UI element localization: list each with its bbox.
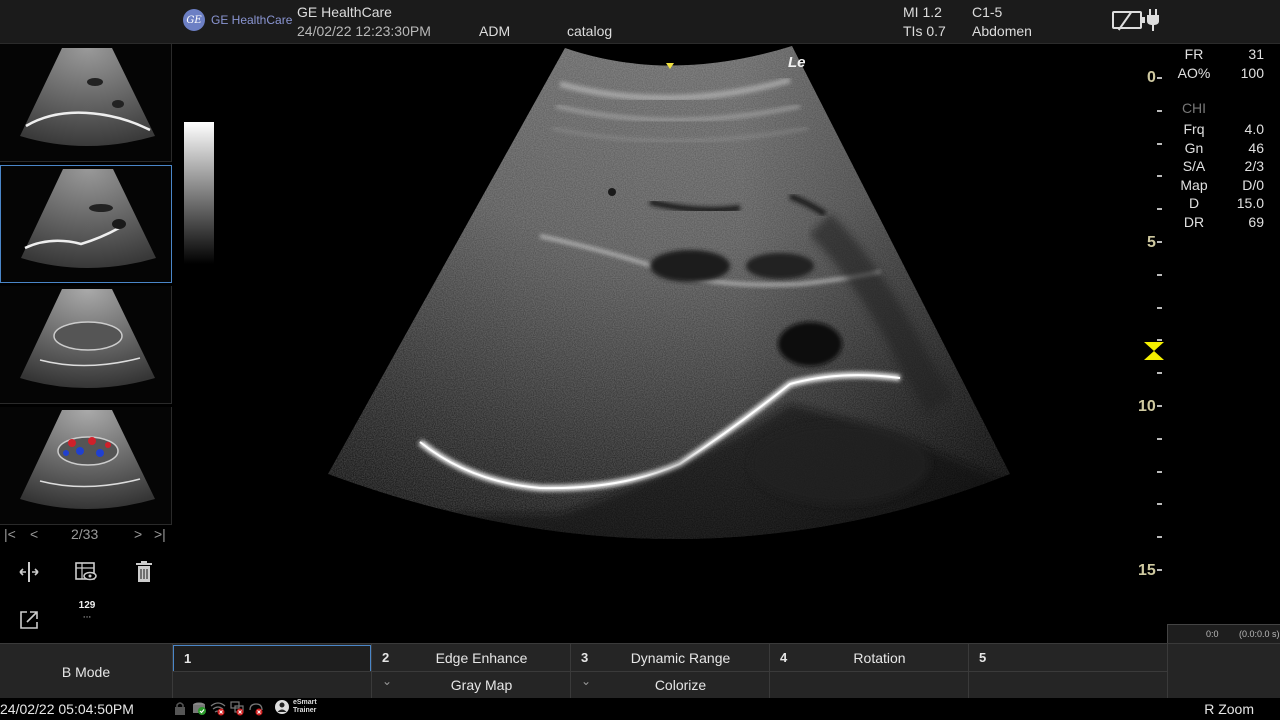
- cine-frame: 0:0: [1206, 629, 1219, 639]
- image-counter[interactable]: 129: [70, 600, 104, 611]
- imaging-mode-label: CHI: [1181, 100, 1207, 116]
- thermal-index: TIs 0.7: [903, 23, 946, 39]
- esmart-label: eSmart: [293, 699, 317, 706]
- depth-tick: [1157, 372, 1162, 375]
- param-gain: Gn 46: [1184, 140, 1264, 156]
- network-off-icon: [230, 701, 244, 716]
- depth-tick: [1157, 241, 1162, 243]
- exam-datetime: 24/02/22 12:23:30PM: [297, 23, 431, 39]
- thumbnail-image: [20, 410, 155, 509]
- edge-enhance-button[interactable]: 2 Edge Enhance: [372, 645, 569, 672]
- split-view-icon[interactable]: [15, 558, 43, 586]
- focal-zone-marker-icon[interactable]: [1143, 341, 1165, 361]
- r-zoom-label[interactable]: R Zoom: [1204, 701, 1254, 717]
- depth-tick: [1157, 503, 1162, 506]
- thumbnail-panel: [0, 44, 173, 525]
- thumbnail-image: [21, 169, 156, 268]
- battery-icon: [1112, 11, 1145, 31]
- depth-tick: [1157, 175, 1162, 178]
- menu-slot-1[interactable]: 1: [173, 645, 371, 672]
- depth-tick: [1157, 470, 1162, 473]
- menu-row-divider: [173, 671, 1167, 672]
- institution-name: GE HealthCare: [297, 4, 392, 20]
- cine-bar[interactable]: 0:0 (0.0:0.0 s): [1167, 624, 1280, 643]
- system-datetime: 24/02/22 05:04:50PM: [0, 701, 134, 717]
- param-frq: Frq 4.0: [1183, 121, 1265, 137]
- dynamic-range-button[interactable]: 3 Dynamic Range: [571, 645, 768, 672]
- rotation-button[interactable]: 4 Rotation: [770, 645, 967, 672]
- cine-time: (0.0:0.0 s): [1239, 629, 1280, 639]
- param-fr: FR 31: [1184, 46, 1264, 62]
- ge-monogram-icon: GE: [183, 9, 205, 31]
- chevron-down-icon: ⌄: [382, 674, 393, 688]
- thumbnail-image: [20, 48, 155, 146]
- param-depth: D 15.0: [1188, 195, 1264, 211]
- orientation-marker-icon: [666, 63, 674, 69]
- trainer-label: Trainer: [293, 707, 317, 714]
- depth-tick: [1157, 437, 1162, 440]
- grayscale-bar: [184, 122, 214, 264]
- mode-button[interactable]: B Mode: [0, 644, 173, 699]
- trainer-icon: [275, 700, 289, 714]
- pager-last-button[interactable]: >|: [154, 526, 166, 542]
- pager-prev-button[interactable]: <: [30, 526, 38, 542]
- gray-map-button[interactable]: ⌄ Gray Map: [372, 672, 569, 699]
- thumbnail-2[interactable]: [0, 165, 172, 283]
- ge-logo: GE GE HealthCare: [183, 9, 292, 31]
- probe-name: C1-5: [972, 4, 1003, 20]
- trash-icon[interactable]: [130, 558, 158, 586]
- param-dr: DR 69: [1183, 214, 1264, 230]
- export-icon[interactable]: [15, 606, 43, 634]
- orientation-label: Le: [788, 54, 806, 71]
- preset-name: catalog: [567, 23, 613, 39]
- param-ao: AO% 100: [1177, 65, 1264, 81]
- top-bar: GE GE HealthCare GE HealthCare 24/02/22 …: [0, 0, 1280, 44]
- thumbnail-image: [20, 289, 155, 388]
- image-counter-more: ···: [82, 613, 92, 623]
- menu-slot-5[interactable]: 5: [969, 645, 1166, 672]
- operator-id: ADM: [479, 23, 511, 39]
- printer-off-icon: [249, 703, 263, 716]
- colorize-button[interactable]: ⌄ Colorize: [571, 672, 768, 699]
- depth-tick: [1157, 536, 1162, 539]
- thumbnail-4[interactable]: [0, 407, 172, 525]
- depth-tick: [1157, 77, 1162, 79]
- depth-tick: [1157, 273, 1162, 276]
- status-bar: 24/02/22 05:04:50PM eSmart Trainer R Zoo…: [0, 698, 1280, 720]
- depth-tick: [1157, 109, 1162, 112]
- exam-type: Abdomen: [972, 23, 1032, 39]
- wifi-off-icon: [210, 702, 226, 716]
- thumbnail-3[interactable]: [0, 286, 172, 404]
- depth-tick: [1157, 405, 1162, 407]
- thumbnail-1[interactable]: [0, 44, 172, 162]
- depth-tick: [1157, 569, 1162, 571]
- review-image-icon[interactable]: [72, 558, 100, 586]
- pager-next-button[interactable]: >: [134, 526, 142, 542]
- power-plug-icon: [1147, 9, 1159, 31]
- depth-tick: [1157, 142, 1162, 145]
- storage-ok-icon: [193, 702, 206, 715]
- esmart-trainer-button[interactable]: eSmart Trainer: [274, 699, 317, 715]
- pager-position: 2/33: [71, 526, 99, 542]
- status-icons: [172, 700, 264, 716]
- depth-tick: [1157, 306, 1162, 309]
- param-map: Map D/0: [1180, 177, 1264, 193]
- param-sa: S/A 2/3: [1182, 158, 1264, 174]
- ultrasound-image[interactable]: [320, 44, 1020, 574]
- lock-icon: [175, 702, 185, 715]
- pager-first-button[interactable]: |<: [4, 526, 16, 542]
- menu-right-cell: [1167, 644, 1280, 699]
- depth-label-5: 5: [1147, 234, 1156, 251]
- depth-label-0: 0: [1147, 69, 1156, 86]
- depth-tick: [1157, 208, 1162, 211]
- depth-label-15: 15: [1138, 562, 1156, 579]
- logo-text: GE HealthCare: [211, 13, 293, 27]
- mechanical-index: MI 1.2: [903, 4, 942, 20]
- bottom-menu: B Mode 1 2 Edge Enhance ⌄ Gray Map 3 Dyn…: [0, 643, 1280, 699]
- chevron-down-icon: ⌄: [581, 674, 592, 688]
- depth-label-10: 10: [1138, 398, 1156, 415]
